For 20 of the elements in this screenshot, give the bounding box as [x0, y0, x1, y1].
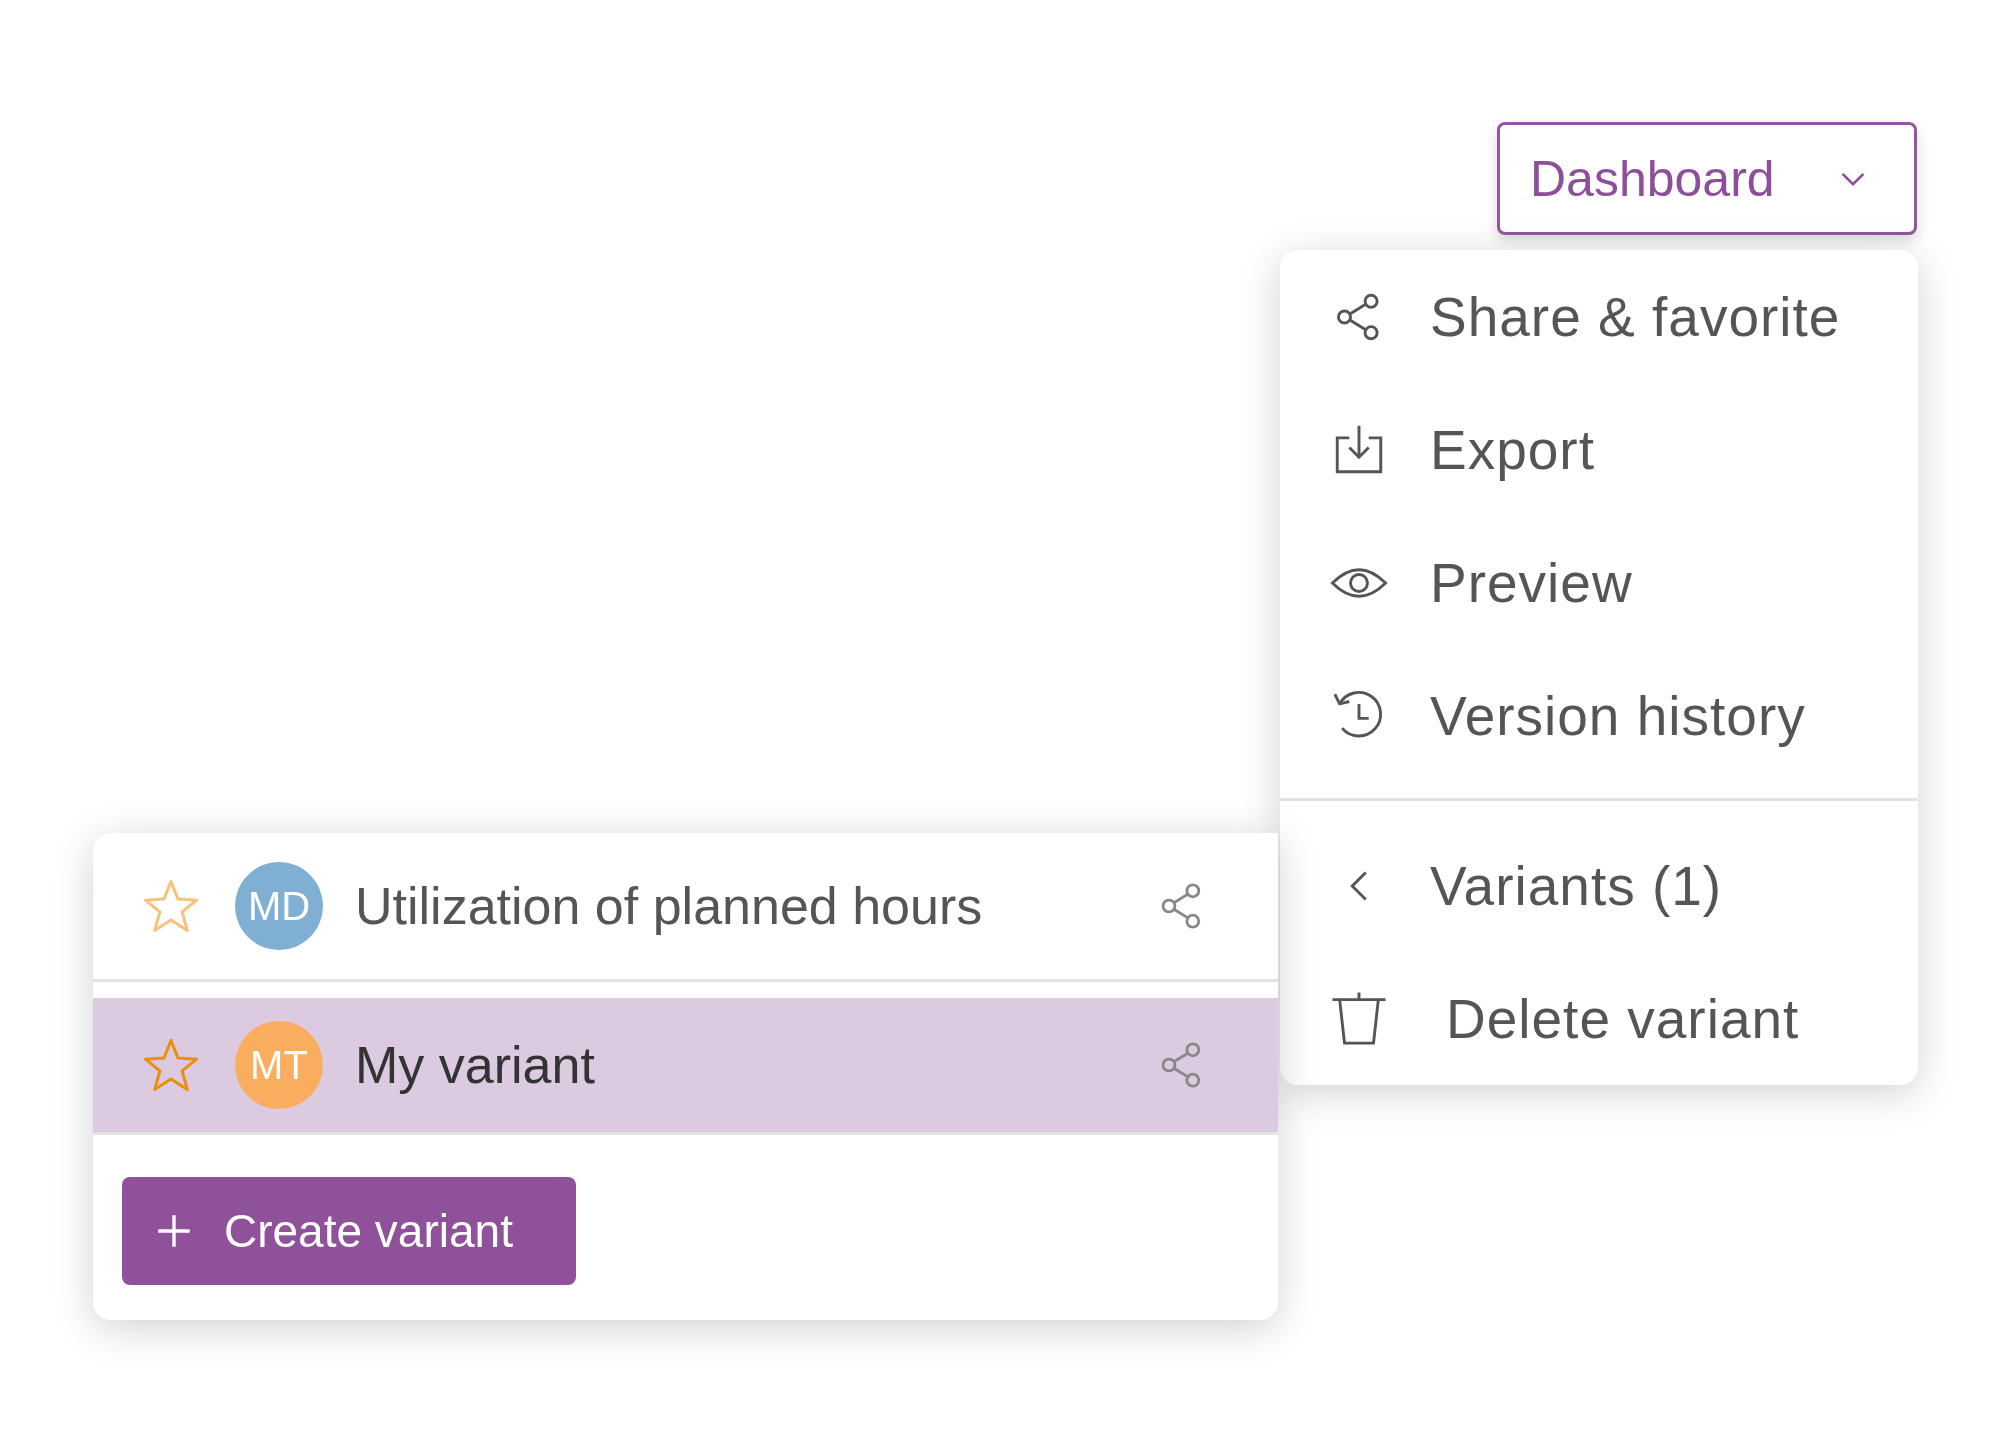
variant-name: My variant: [355, 1035, 596, 1095]
variant-name: Utilization of planned hours: [355, 876, 984, 936]
star-icon[interactable]: [143, 1037, 199, 1093]
chevron-down-icon: [1840, 170, 1866, 187]
create-variant-button[interactable]: Create variant: [122, 1177, 576, 1285]
plus-icon: [156, 1213, 192, 1249]
trash-icon: [1330, 989, 1388, 1048]
avatar: MT: [235, 1021, 323, 1109]
menu-item[interactable]: Export: [1280, 383, 1918, 516]
variant-row[interactable]: MD Utilization of planned hours: [93, 833, 1278, 979]
menu-item[interactable]: Delete variant: [1280, 952, 1918, 1085]
chevron-left-icon: [1350, 869, 1368, 902]
avatar: MD: [235, 862, 323, 950]
menu-item[interactable]: Preview: [1280, 516, 1918, 649]
variant-row[interactable]: MT My variant: [93, 998, 1278, 1132]
menu-item[interactable]: Version history: [1280, 649, 1918, 782]
menu-item[interactable]: Share & favorite: [1280, 250, 1918, 383]
star-icon[interactable]: [143, 878, 199, 934]
dashboard-dropdown[interactable]: Dashboard: [1497, 122, 1917, 235]
menu-item[interactable]: Variants (1): [1280, 819, 1918, 952]
